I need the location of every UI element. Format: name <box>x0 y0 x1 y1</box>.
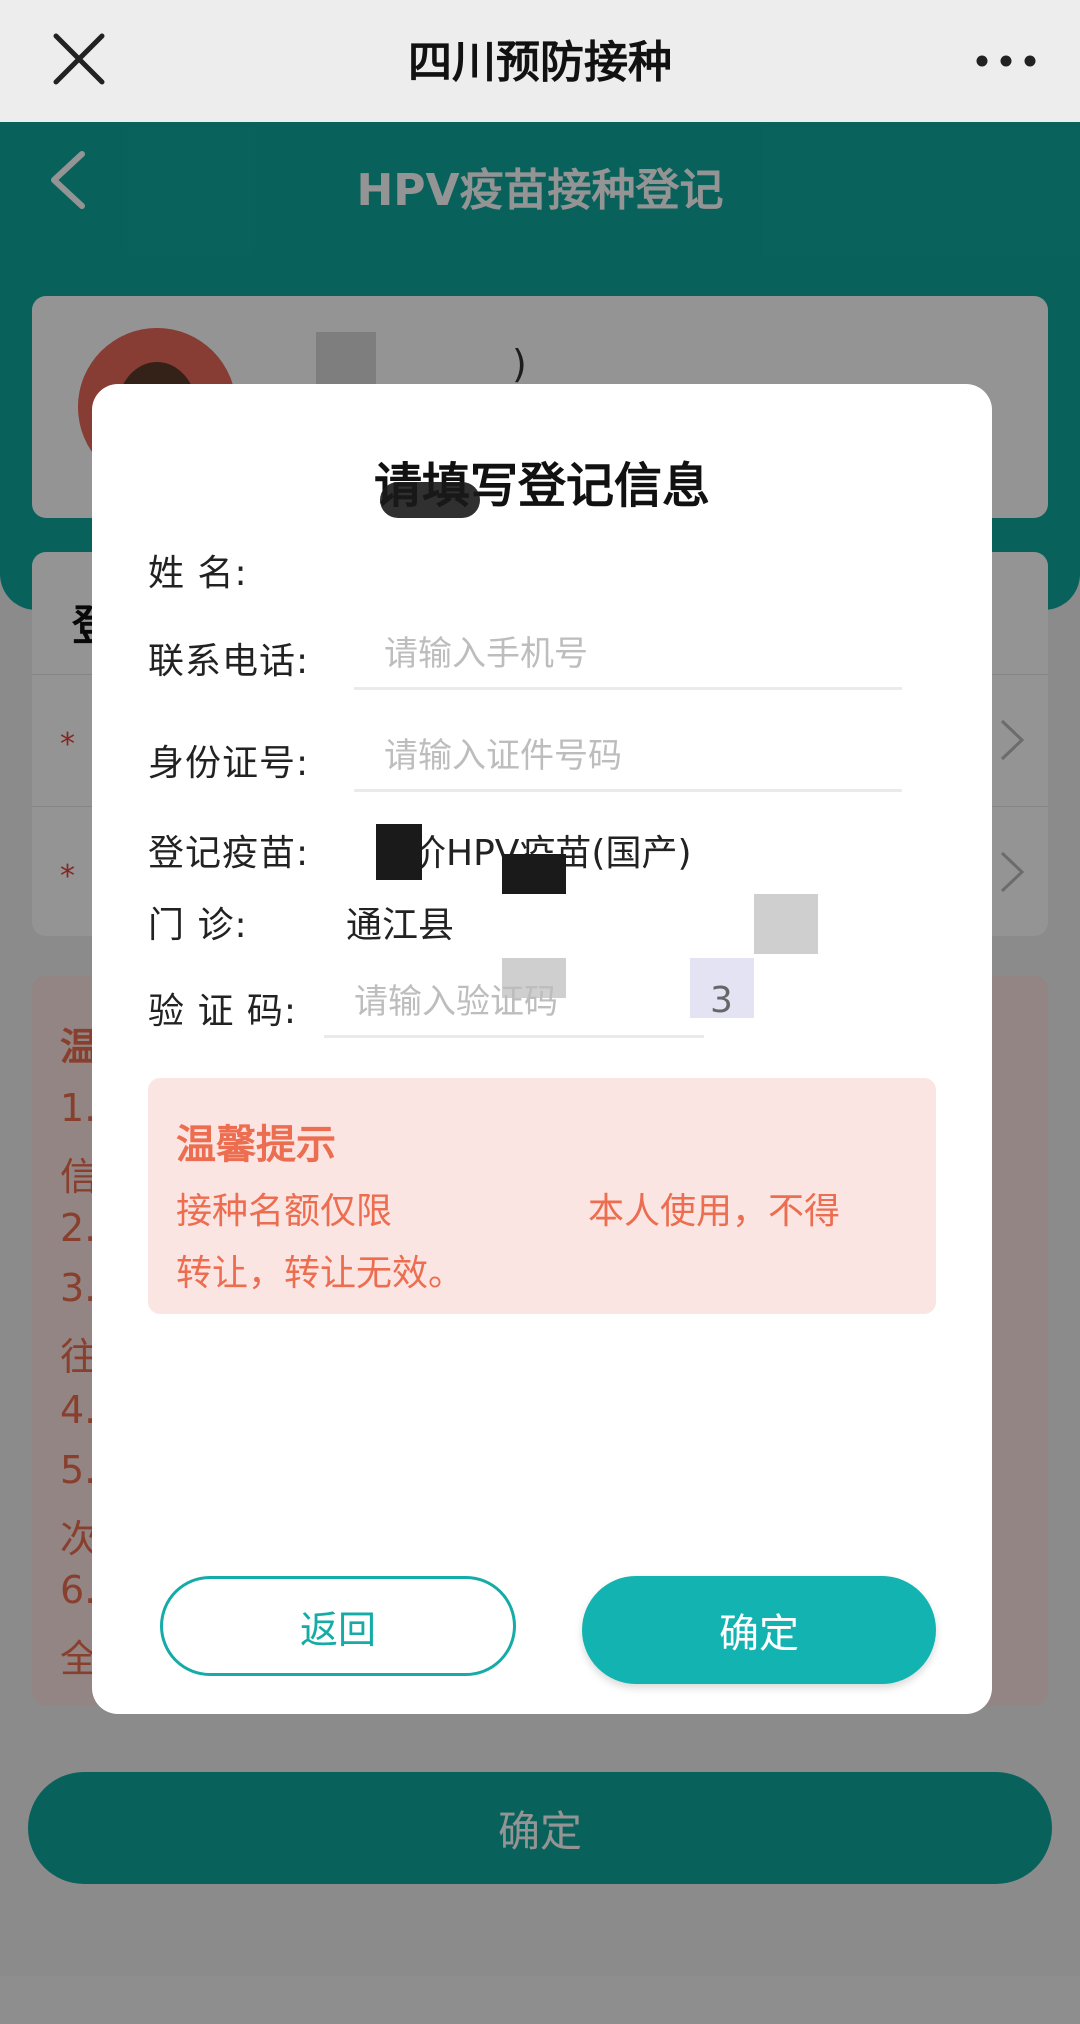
tip-heading: 温馨提示 <box>176 1122 336 1168</box>
name-label: 姓 名: <box>148 553 248 594</box>
captcha-code: 3 <box>710 980 733 1021</box>
confirm-button[interactable]: 确定 <box>582 1576 936 1684</box>
vaccine-label: 登记疫苗: <box>148 833 310 874</box>
id-number-input[interactable] <box>354 722 902 792</box>
dialog-title: 请填写登记信息 <box>373 458 710 514</box>
phone-label: 联系电话: <box>148 641 310 682</box>
captcha-input[interactable] <box>324 968 704 1038</box>
wechat-top-bar: 四川预防接种 <box>0 0 1080 122</box>
warm-tip-box: 温馨提示 接种名额仅限 本人使用，不得 转让，转让无效。 <box>148 1078 936 1314</box>
redaction-mark <box>376 824 422 880</box>
phone-input[interactable] <box>354 620 902 690</box>
tip-line: 本人使用，不得 <box>588 1191 841 1232</box>
redaction-mark <box>380 482 480 518</box>
more-icon[interactable] <box>974 46 1038 76</box>
app-title: 四川预防接种 <box>408 37 672 88</box>
registration-dialog: 请填写登记信息 姓 名: 联系电话: 身份证号: 登记疫苗: 价HPV疫苗(国产… <box>92 384 992 1714</box>
tip-line: 接种名额仅限 <box>176 1191 393 1232</box>
tip-line: 转让，转让无效。 <box>176 1253 465 1294</box>
id-number-label: 身份证号: <box>148 743 310 784</box>
captcha-label: 验 证 码: <box>148 991 298 1032</box>
clinic-label: 门 诊: <box>148 905 248 946</box>
back-button[interactable]: 返回 <box>160 1576 516 1676</box>
redaction-mark <box>502 854 566 894</box>
redaction-mark <box>754 894 818 954</box>
clinic-value: 通江县 <box>346 905 455 946</box>
